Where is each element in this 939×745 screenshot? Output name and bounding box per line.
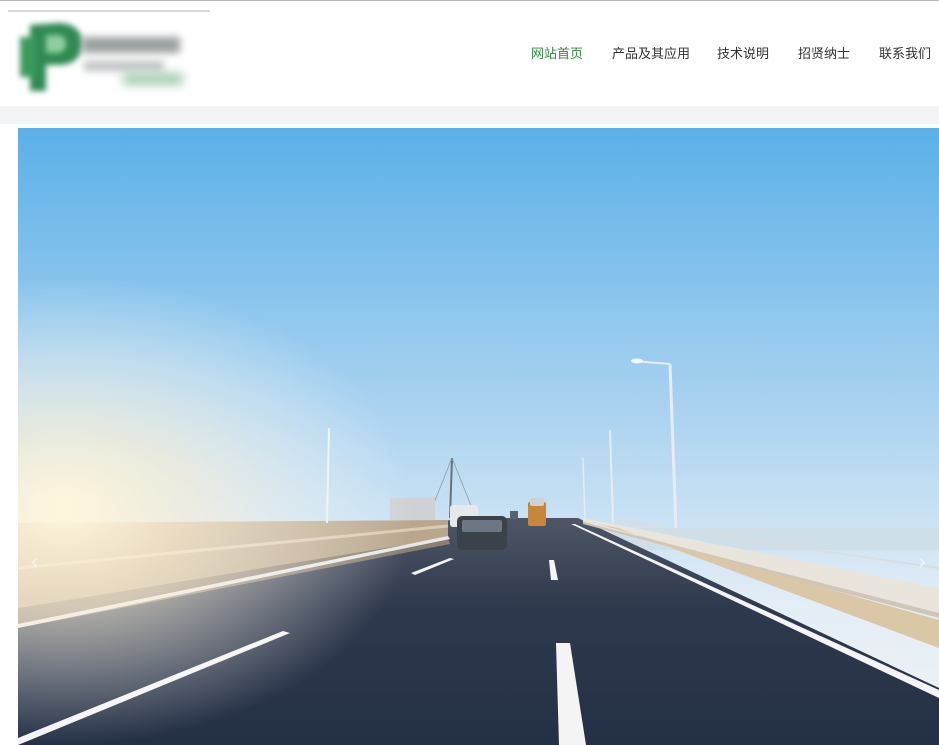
banner-prev-icon[interactable]: ‹ <box>30 552 39 574</box>
nav-item-contact[interactable]: 联系我们 <box>879 45 931 65</box>
logo-divider <box>8 10 210 12</box>
logo-accent <box>123 73 183 85</box>
nav-item-careers[interactable]: 招贤纳士 <box>798 45 850 65</box>
main-nav: 网站首页 产品及其应用 技术说明 招贤纳士 联系我们 <box>0 45 939 65</box>
banner-next-icon[interactable]: › <box>918 552 927 574</box>
header-shadow-band <box>0 106 939 124</box>
nav-item-home[interactable]: 网站首页 <box>531 45 583 65</box>
hero-banner: ‹ › <box>18 128 939 745</box>
nav-item-tech[interactable]: 技术说明 <box>717 45 769 65</box>
site-header: 网站首页 产品及其应用 技术说明 招贤纳士 联系我们 <box>0 1 939 106</box>
nav-item-products[interactable]: 产品及其应用 <box>612 45 690 65</box>
highway-scene-image <box>18 128 939 745</box>
